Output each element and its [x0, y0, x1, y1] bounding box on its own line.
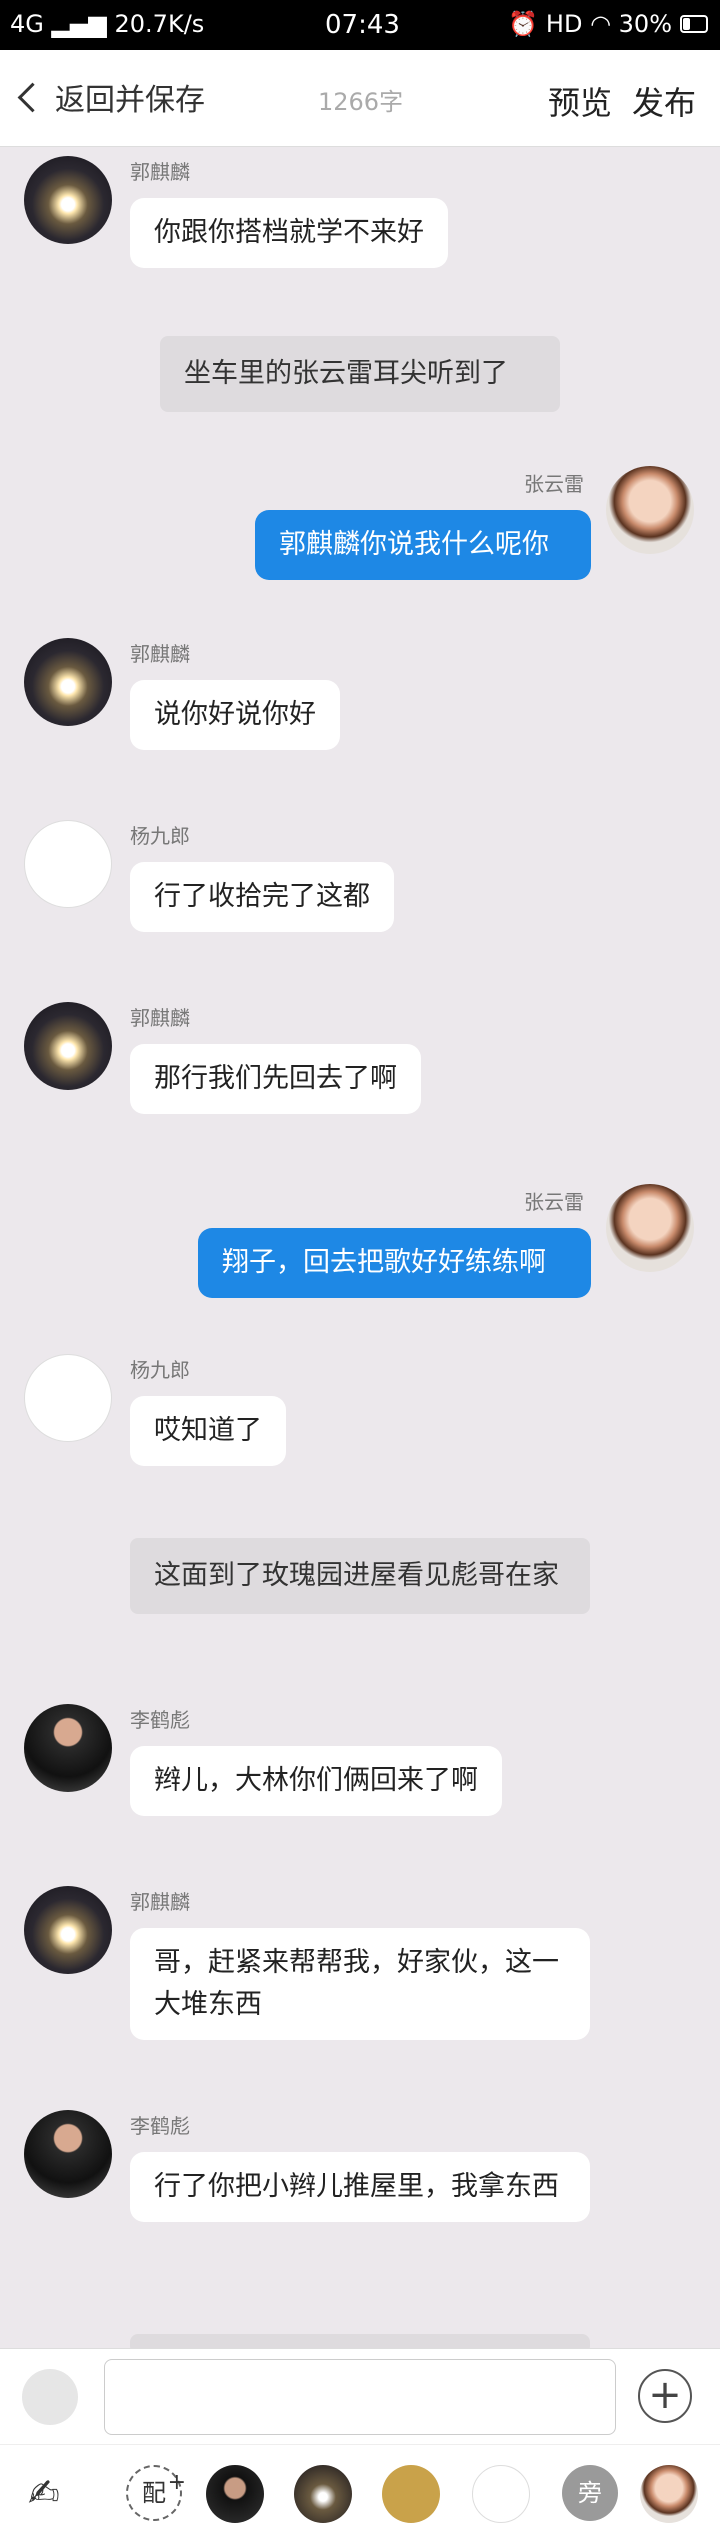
message-input[interactable] — [104, 2359, 616, 2435]
battery-icon — [680, 15, 708, 33]
chat-bubble[interactable]: 行了收拾完了这都 — [130, 862, 394, 932]
avatar[interactable] — [606, 1184, 694, 1272]
avatar[interactable] — [24, 1002, 112, 1090]
back-label: 返回并保存 — [55, 83, 205, 118]
sender-name: 李鹤彪 — [130, 2114, 190, 2138]
avatar-icon[interactable] — [22, 2369, 78, 2425]
cast-avatar[interactable] — [640, 2465, 698, 2523]
preview-button[interactable]: 预览 — [548, 78, 612, 124]
cast-avatar[interactable] — [472, 2465, 530, 2523]
chat-area[interactable]: 郭麒麟 你跟你搭档就学不来好 坐车里的张云雷耳尖听到了 张云雷 郭麒麟你说我什么… — [0, 146, 720, 2354]
narrator-button[interactable]: 旁 — [562, 2465, 618, 2521]
avatar[interactable] — [24, 1886, 112, 1974]
avatar[interactable] — [24, 156, 112, 244]
chat-bubble[interactable]: 郭麒麟你说我什么呢你 — [255, 510, 591, 580]
avatar[interactable] — [24, 1704, 112, 1792]
status-bar: 4G ▂▄▆ 20.7K/s 07:43 ⏰ HD ◠ 30% — [0, 0, 720, 50]
header: 返回并保存 1266字 预览 发布 — [0, 50, 720, 147]
sender-name: 张云雷 — [524, 472, 584, 496]
cast-bar: ✍ 配 + 旁 — [0, 2444, 720, 2543]
clock: 07:43 — [325, 10, 400, 40]
sender-name: 杨九郎 — [130, 1358, 190, 1382]
cast-avatar[interactable] — [206, 2465, 264, 2523]
sender-name: 杨九郎 — [130, 824, 190, 848]
avatar[interactable] — [606, 466, 694, 554]
chat-bubble[interactable]: 你跟你搭档就学不来好 — [130, 198, 448, 268]
chat-bubble[interactable]: 说你好说你好 — [130, 680, 340, 750]
status-icons: ⏰ HD ◠ 30% — [508, 10, 672, 38]
cast-avatar[interactable] — [294, 2465, 352, 2523]
cast-avatar[interactable] — [382, 2465, 440, 2523]
plus-icon[interactable]: + — [638, 2369, 692, 2423]
avatar[interactable] — [24, 1354, 112, 1442]
sender-name: 张云雷 — [524, 1190, 584, 1214]
chat-bubble[interactable]: 哥，赶紧来帮帮我，好家伙，这一大堆东西 — [130, 1928, 590, 2040]
avatar[interactable] — [24, 820, 112, 908]
chat-bubble[interactable]: 辫儿，大林你们俩回来了啊 — [130, 1746, 502, 1816]
add-dub-button[interactable]: 配 + — [126, 2465, 186, 2521]
back-icon — [17, 82, 48, 112]
narration-block[interactable]: 这面到了玫瑰园进屋看见彪哥在家 — [130, 1538, 590, 1614]
back-button[interactable]: 返回并保存 — [12, 72, 205, 122]
sender-name: 郭麒麟 — [130, 1890, 190, 1914]
sender-name: 李鹤彪 — [130, 1708, 190, 1732]
narration-block[interactable]: 坐车里的张云雷耳尖听到了 — [160, 336, 560, 412]
publish-button[interactable]: 发布 — [632, 78, 696, 124]
avatar[interactable] — [24, 638, 112, 726]
network-indicator: 4G ▂▄▆ 20.7K/s — [10, 10, 205, 38]
avatar[interactable] — [24, 2110, 112, 2198]
write-icon[interactable]: ✍ — [28, 2471, 60, 2515]
sender-name: 郭麒麟 — [130, 160, 190, 184]
chat-bubble[interactable]: 翔子，回去把歌好好练练啊 — [198, 1228, 591, 1298]
sender-name: 郭麒麟 — [130, 642, 190, 666]
input-bar: + — [0, 2348, 720, 2445]
sender-name: 郭麒麟 — [130, 1006, 190, 1030]
word-count: 1266字 — [318, 88, 404, 116]
chat-bubble[interactable]: 行了你把小辫儿推屋里，我拿东西 — [130, 2152, 590, 2222]
chat-bubble[interactable]: 哎知道了 — [130, 1396, 286, 1466]
chat-bubble[interactable]: 那行我们先回去了啊 — [130, 1044, 421, 1114]
